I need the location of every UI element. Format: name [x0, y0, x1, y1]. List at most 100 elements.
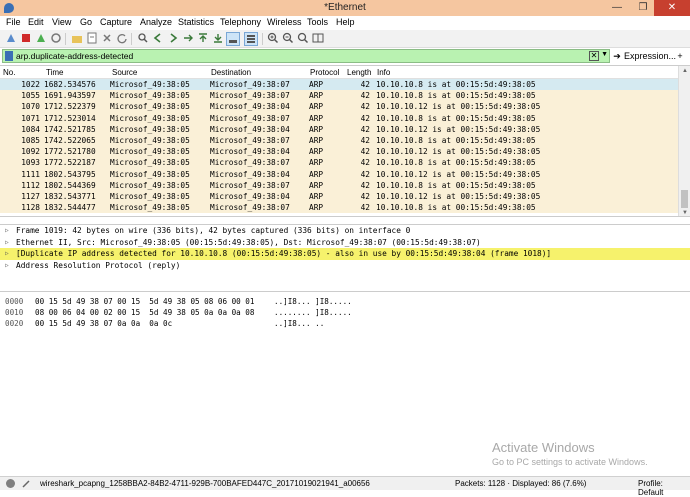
table-row[interactable]: 1127 1832.543771 Microsof_49:38:05 Microsof… — [0, 190, 678, 203]
bookmark-icon[interactable] — [5, 51, 13, 61]
menu-telephony[interactable]: Telephony — [220, 17, 261, 27]
zoom-in-icon[interactable] — [266, 32, 280, 46]
table-row[interactable]: 1128 1832.544477 Microsof_49:38:05 Microsof… — [0, 202, 678, 214]
go-to-packet-icon[interactable] — [181, 32, 195, 46]
detail-text: Frame 1019: 42 bytes on wire (336 bits),… — [16, 226, 411, 235]
restart-capture-icon[interactable] — [34, 32, 48, 46]
cell-destination: Microsof_49:38:07 — [210, 91, 290, 101]
save-file-icon[interactable] — [85, 32, 99, 46]
hex-offset[interactable]: 0000 — [5, 296, 23, 307]
display-filter-input[interactable]: arp.duplicate-address-detected ✕ ▼ — [2, 49, 610, 63]
open-file-icon[interactable] — [70, 32, 84, 46]
hex-offset[interactable]: 0010 — [5, 307, 23, 318]
edit-comment-icon[interactable] — [22, 479, 31, 488]
cell-protocol: ARP — [309, 169, 324, 179]
hex-ascii[interactable]: ........ ]I8..... — [274, 307, 352, 318]
reload-file-icon[interactable] — [115, 32, 129, 46]
detail-tree-item[interactable]: ▷ [Duplicate IP address detected for 10.1… — [0, 248, 690, 260]
table-row[interactable]: 1070 1712.522379 Microsof_49:38:05 Microsof… — [0, 101, 678, 113]
apply-filter-icon[interactable]: ➔ — [612, 49, 622, 63]
clear-filter-icon[interactable]: ✕ — [589, 51, 599, 61]
column-header-length[interactable]: Length — [347, 68, 371, 77]
menu-file[interactable]: File — [6, 17, 21, 27]
first-packet-icon[interactable] — [196, 32, 210, 46]
scrollbar-thumb[interactable] — [681, 190, 688, 208]
menu-view[interactable]: View — [52, 17, 71, 27]
capture-options-icon[interactable] — [49, 32, 63, 46]
cell-no: 1084 — [21, 124, 40, 134]
detail-tree-item[interactable]: ▷ Address Resolution Protocol (reply) — [0, 260, 690, 272]
expand-arrow-icon[interactable]: ▷ — [5, 248, 9, 260]
table-row[interactable]: 1093 1772.522187 Microsof_49:38:05 Microsof… — [0, 157, 678, 169]
hex-ascii[interactable]: ..]I8... ]I8..... — [274, 296, 352, 307]
hex-row: 0010 08 00 06 04 00 02 00 15 5d 49 38 05 … — [0, 307, 690, 318]
hex-bytes[interactable]: 00 15 5d 49 38 07 00 15 5d 49 38 05 08 0… — [35, 296, 254, 307]
table-row[interactable]: 1112 1802.544369 Microsof_49:38:05 Microsof… — [0, 179, 678, 191]
hex-bytes[interactable]: 08 00 06 04 00 02 00 15 5d 49 38 05 0a 0… — [35, 307, 254, 318]
minimize-button[interactable]: — — [604, 0, 630, 16]
go-forward-icon[interactable] — [166, 32, 180, 46]
menu-analyze[interactable]: Analyze — [140, 17, 172, 27]
expand-arrow-icon[interactable]: ▷ — [5, 260, 9, 272]
hex-ascii[interactable]: ..]I8... .. — [274, 318, 324, 329]
table-row[interactable]: 1085 1742.522065 Microsof_49:38:05 Microsof… — [0, 134, 678, 147]
hex-offset[interactable]: 0020 — [5, 318, 23, 329]
expand-arrow-icon[interactable]: ▷ — [5, 237, 9, 249]
column-header-destination[interactable]: Destination — [211, 68, 251, 77]
close-file-icon[interactable] — [100, 32, 114, 46]
close-button[interactable]: ✕ — [654, 0, 690, 16]
stop-capture-icon[interactable] — [19, 32, 33, 46]
table-row[interactable]: 1111 1802.543795 Microsof_49:38:05 Microsof… — [0, 168, 678, 180]
menu-capture[interactable]: Capture — [100, 17, 132, 27]
toolbar-separator — [65, 33, 66, 45]
menu-help[interactable]: Help — [336, 17, 355, 27]
cell-destination: Microsof_49:38:04 — [210, 191, 290, 201]
table-row[interactable]: 1092 1772.521780 Microsof_49:38:05 Microsof… — [0, 146, 678, 158]
cell-time: 1802.543795 — [44, 169, 96, 179]
cell-length: 42 — [360, 124, 370, 134]
normal-size-icon[interactable] — [296, 32, 310, 46]
detail-tree-item[interactable]: ▷ Ethernet II, Src: Microsof_49:38:05 (00… — [0, 237, 690, 249]
scroll-up-icon[interactable]: ▲ — [679, 66, 690, 76]
menu-statistics[interactable]: Statistics — [178, 17, 214, 27]
cell-no: 1093 — [21, 158, 40, 168]
zoom-out-icon[interactable] — [281, 32, 295, 46]
shark-fin-start-icon[interactable] — [4, 32, 18, 46]
table-row[interactable]: 1084 1742.521785 Microsof_49:38:05 Microsof… — [0, 123, 678, 135]
table-row[interactable]: 1055 1691.943597 Microsof_49:38:05 Microsof… — [0, 90, 678, 102]
expand-arrow-icon[interactable]: ▷ — [5, 225, 9, 237]
cell-destination: Microsof_49:38:04 — [210, 147, 290, 157]
column-header-info[interactable]: Info — [377, 68, 390, 77]
column-header-no[interactable]: No. — [3, 68, 15, 77]
table-row[interactable]: 1022 1682.534576 Microsof_49:38:05 Microsof… — [0, 79, 678, 91]
resize-columns-icon[interactable] — [311, 32, 325, 46]
chevron-down-icon[interactable]: ▼ — [601, 51, 608, 58]
profile-status[interactable]: Profile: Default — [638, 479, 690, 497]
column-header-protocol[interactable]: Protocol — [310, 68, 339, 77]
cell-protocol: ARP — [309, 124, 324, 134]
expression-button[interactable]: Expression... — [624, 49, 676, 63]
menu-tools[interactable]: Tools — [307, 17, 328, 27]
display-filter-text[interactable]: arp.duplicate-address-detected — [16, 51, 133, 61]
hex-bytes[interactable]: 00 15 5d 49 38 07 0a 0a 0a 0c — [35, 318, 172, 329]
last-packet-icon[interactable] — [211, 32, 225, 46]
menu-wireless[interactable]: Wireless — [267, 17, 302, 27]
maximize-button[interactable]: ❐ — [630, 0, 656, 16]
cell-time: 1682.534576 — [44, 80, 96, 89]
go-back-icon[interactable] — [151, 32, 165, 46]
watermark-title: Activate Windows — [492, 440, 595, 455]
menu-edit[interactable]: Edit — [28, 17, 44, 27]
column-header-source[interactable]: Source — [112, 68, 137, 77]
expert-info-icon[interactable] — [6, 479, 15, 488]
auto-scroll-icon[interactable] — [226, 32, 240, 46]
colorize-icon[interactable] — [244, 32, 258, 46]
add-filter-button[interactable]: + — [674, 49, 686, 63]
column-header-time[interactable]: Time — [46, 68, 63, 77]
scroll-down-icon[interactable]: ▼ — [679, 208, 690, 216]
detail-tree-item[interactable]: ▷ Frame 1019: 42 bytes on wire (336 bits)… — [0, 225, 690, 237]
find-packet-icon[interactable] — [136, 32, 150, 46]
packet-list-scrollbar[interactable]: ▲ ▼ — [678, 66, 690, 216]
table-row[interactable]: 1071 1712.523014 Microsof_49:38:05 Microsof… — [0, 112, 678, 124]
toolbar-separator — [131, 33, 132, 45]
menu-go[interactable]: Go — [80, 17, 92, 27]
